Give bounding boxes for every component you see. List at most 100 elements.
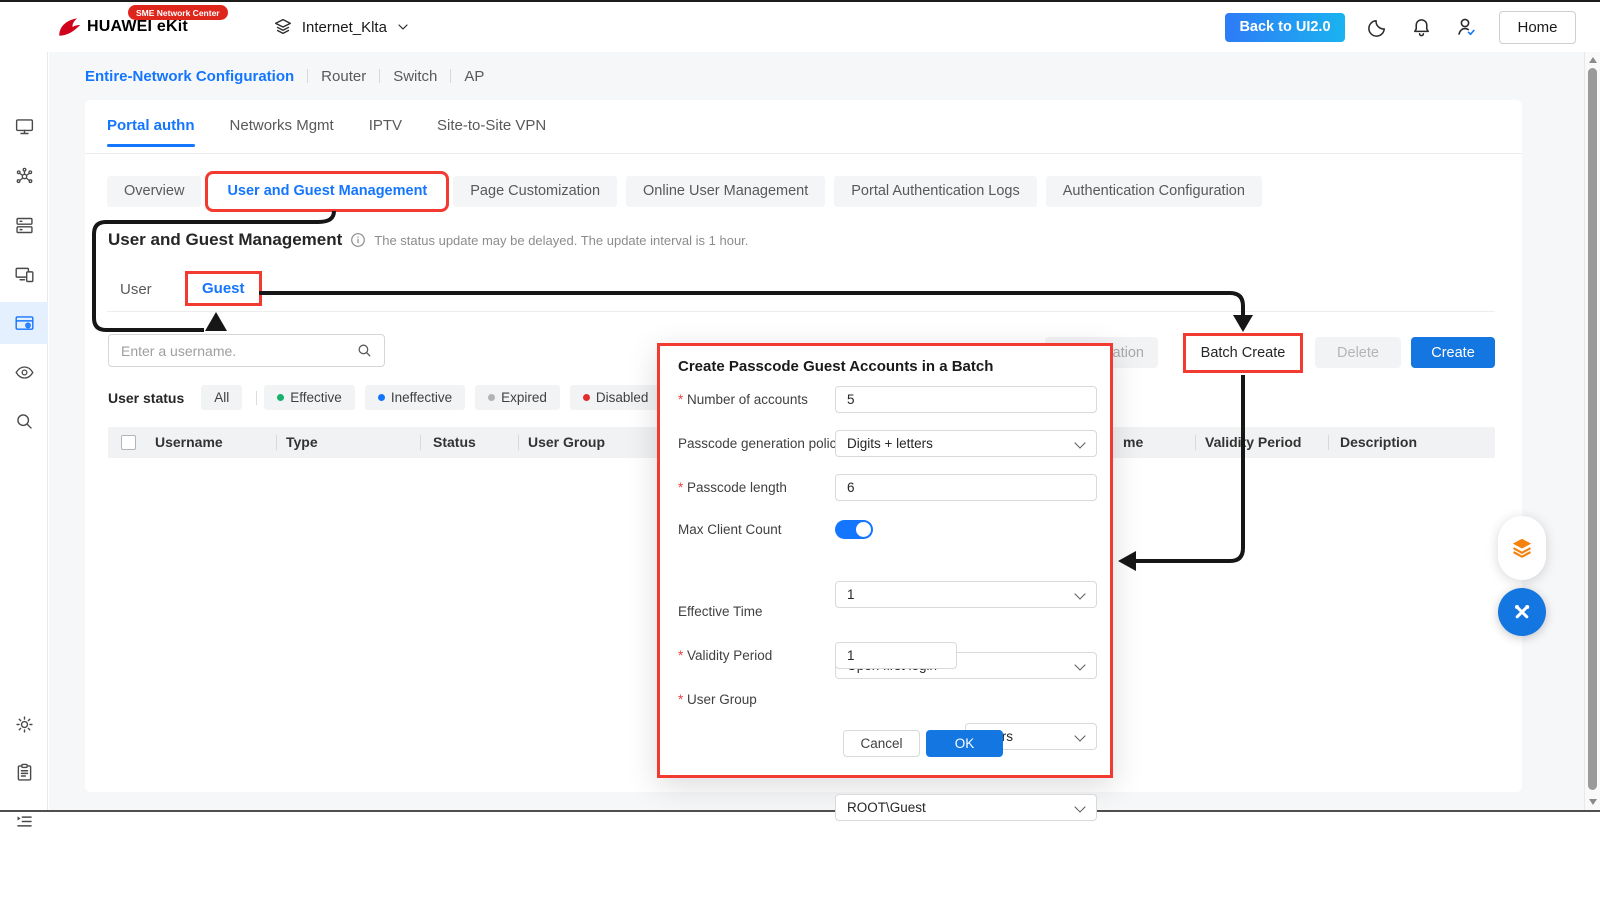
tab-portal-authn[interactable]: Portal authn — [107, 117, 195, 147]
devices-icon — [14, 264, 35, 285]
tab-guest[interactable]: Guest — [188, 274, 259, 303]
scrollbar-thumb[interactable] — [1588, 68, 1597, 790]
subtab-authentication-configuration[interactable]: Authentication Configuration — [1046, 176, 1262, 207]
passcode-length-input[interactable] — [835, 474, 1097, 501]
col-description: Description — [1340, 427, 1417, 458]
breadcrumb-ap[interactable]: AP — [464, 68, 484, 85]
sidebar-item-servers[interactable] — [0, 204, 48, 246]
monitor-icon — [14, 116, 35, 137]
scrollbar-down-arrow[interactable] — [1589, 799, 1597, 805]
orange-layers-icon — [1509, 535, 1535, 561]
breadcrumb-router[interactable]: Router — [321, 68, 366, 85]
sidebar-item-monitor[interactable] — [0, 105, 48, 147]
column-divider — [518, 435, 519, 450]
eye-icon — [14, 362, 35, 383]
page-title: User and Guest Management — [108, 230, 342, 250]
column-divider — [420, 435, 421, 450]
brand: HUAWEI eKit SME Network Center — [56, 15, 188, 39]
sidebar-item-search[interactable] — [0, 400, 48, 442]
breadcrumb-separator — [307, 69, 308, 83]
number-of-accounts-input[interactable] — [835, 386, 1097, 413]
sidebar-item-network-config[interactable] — [0, 302, 48, 344]
bell-icon — [1410, 16, 1433, 39]
col-status: Status — [433, 427, 476, 458]
back-to-ui2-button[interactable]: Back to UI2.0 — [1225, 13, 1345, 42]
passcode-policy-select[interactable]: Digits + letters — [835, 430, 1097, 457]
collapse-menu-icon — [14, 811, 35, 832]
subtab-page-customization[interactable]: Page Customization — [453, 176, 617, 207]
site-name: Internet_Klta — [302, 19, 387, 36]
user-check-icon — [1454, 15, 1478, 39]
info-icon — [350, 232, 366, 248]
breadcrumb-switch[interactable]: Switch — [393, 68, 437, 85]
tab-user[interactable]: User — [120, 281, 152, 298]
user-group-label: User Group — [678, 686, 757, 713]
account-button[interactable] — [1454, 15, 1478, 39]
tools-button[interactable] — [1498, 588, 1546, 636]
breadcrumb-separator — [450, 69, 451, 83]
filter-disabled[interactable]: Disabled — [570, 385, 662, 410]
layers-icon — [272, 16, 294, 38]
max-client-count-select[interactable]: 1 — [835, 581, 1097, 608]
server-icon — [14, 215, 35, 236]
topbar-actions: Back to UI2.0 Home — [1225, 11, 1576, 44]
sidebar-item-devices[interactable] — [0, 253, 48, 295]
search-input[interactable] — [109, 343, 356, 359]
subtab-overview[interactable]: Overview — [107, 176, 201, 207]
notifications-button[interactable] — [1410, 16, 1433, 39]
sidebar-item-settings[interactable] — [0, 703, 48, 745]
topology-icon — [14, 166, 35, 187]
max-client-count-label: Max Client Count — [678, 516, 782, 543]
create-button[interactable]: Create — [1411, 337, 1495, 368]
sidebar-item-monitoring[interactable] — [0, 351, 48, 393]
filter-expired-label: Expired — [501, 390, 547, 405]
quick-panel-button[interactable] — [1498, 516, 1546, 580]
filter-all[interactable]: All — [201, 385, 242, 410]
effective-time-label: Effective Time — [678, 598, 763, 625]
screen: HUAWEI eKit SME Network Center Internet_… — [0, 0, 1600, 900]
chevron-down-icon — [395, 19, 411, 35]
disabled-dot — [583, 394, 590, 401]
select-all-checkbox[interactable] — [121, 435, 136, 450]
user-group-value: ROOT\Guest — [847, 800, 926, 815]
dark-mode-button[interactable] — [1366, 16, 1389, 39]
topbar: HUAWEI eKit SME Network Center Internet_… — [0, 2, 1600, 52]
passcode-policy-label: Passcode generation policy — [678, 430, 843, 457]
breadcrumb-entire-network[interactable]: Entire-Network Configuration — [85, 68, 294, 85]
validity-period-input[interactable] — [835, 642, 957, 669]
sidebar-item-collapse-menu[interactable] — [0, 800, 48, 842]
tools-icon — [1510, 600, 1534, 624]
clipboard-icon — [14, 762, 35, 783]
user-group-select[interactable]: ROOT\Guest — [835, 794, 1097, 821]
gear-icon — [14, 714, 35, 735]
max-client-count-toggle[interactable] — [835, 520, 873, 539]
sidebar-item-report[interactable] — [0, 751, 48, 793]
filter-separator — [256, 391, 257, 405]
ok-button[interactable]: OK — [926, 730, 1003, 757]
col-validity-period: Validity Period — [1205, 427, 1301, 458]
tabs-divider — [85, 153, 1522, 154]
filter-ineffective[interactable]: Ineffective — [365, 385, 465, 410]
tab-site-to-site-vpn[interactable]: Site-to-Site VPN — [437, 117, 546, 147]
ineffective-dot — [378, 394, 385, 401]
passcode-policy-value: Digits + letters — [847, 436, 933, 451]
column-divider — [1328, 435, 1329, 450]
cancel-button[interactable]: Cancel — [843, 730, 920, 757]
column-divider — [1195, 435, 1196, 450]
scrollbar-up-arrow[interactable] — [1589, 57, 1597, 63]
batch-create-button[interactable]: Batch Create — [1189, 337, 1297, 368]
dialog-title: Create Passcode Guest Accounts in a Batc… — [678, 358, 993, 375]
subtab-online-user-management[interactable]: Online User Management — [626, 176, 825, 207]
col-username: Username — [155, 427, 223, 458]
delete-button[interactable]: Delete — [1315, 337, 1401, 368]
sidebar-item-topology[interactable] — [0, 155, 48, 197]
filter-effective[interactable]: Effective — [264, 385, 355, 410]
home-button[interactable]: Home — [1499, 11, 1576, 44]
filter-expired[interactable]: Expired — [475, 385, 560, 410]
site-selector[interactable]: Internet_Klta — [272, 16, 411, 38]
tab-iptv[interactable]: IPTV — [369, 117, 402, 147]
subtab-portal-authentication-logs[interactable]: Portal Authentication Logs — [834, 176, 1036, 207]
tab-networks-mgmt[interactable]: Networks Mgmt — [230, 117, 334, 147]
window-top-edge — [0, 0, 1600, 2]
subtab-user-and-guest-management[interactable]: User and Guest Management — [210, 176, 444, 207]
